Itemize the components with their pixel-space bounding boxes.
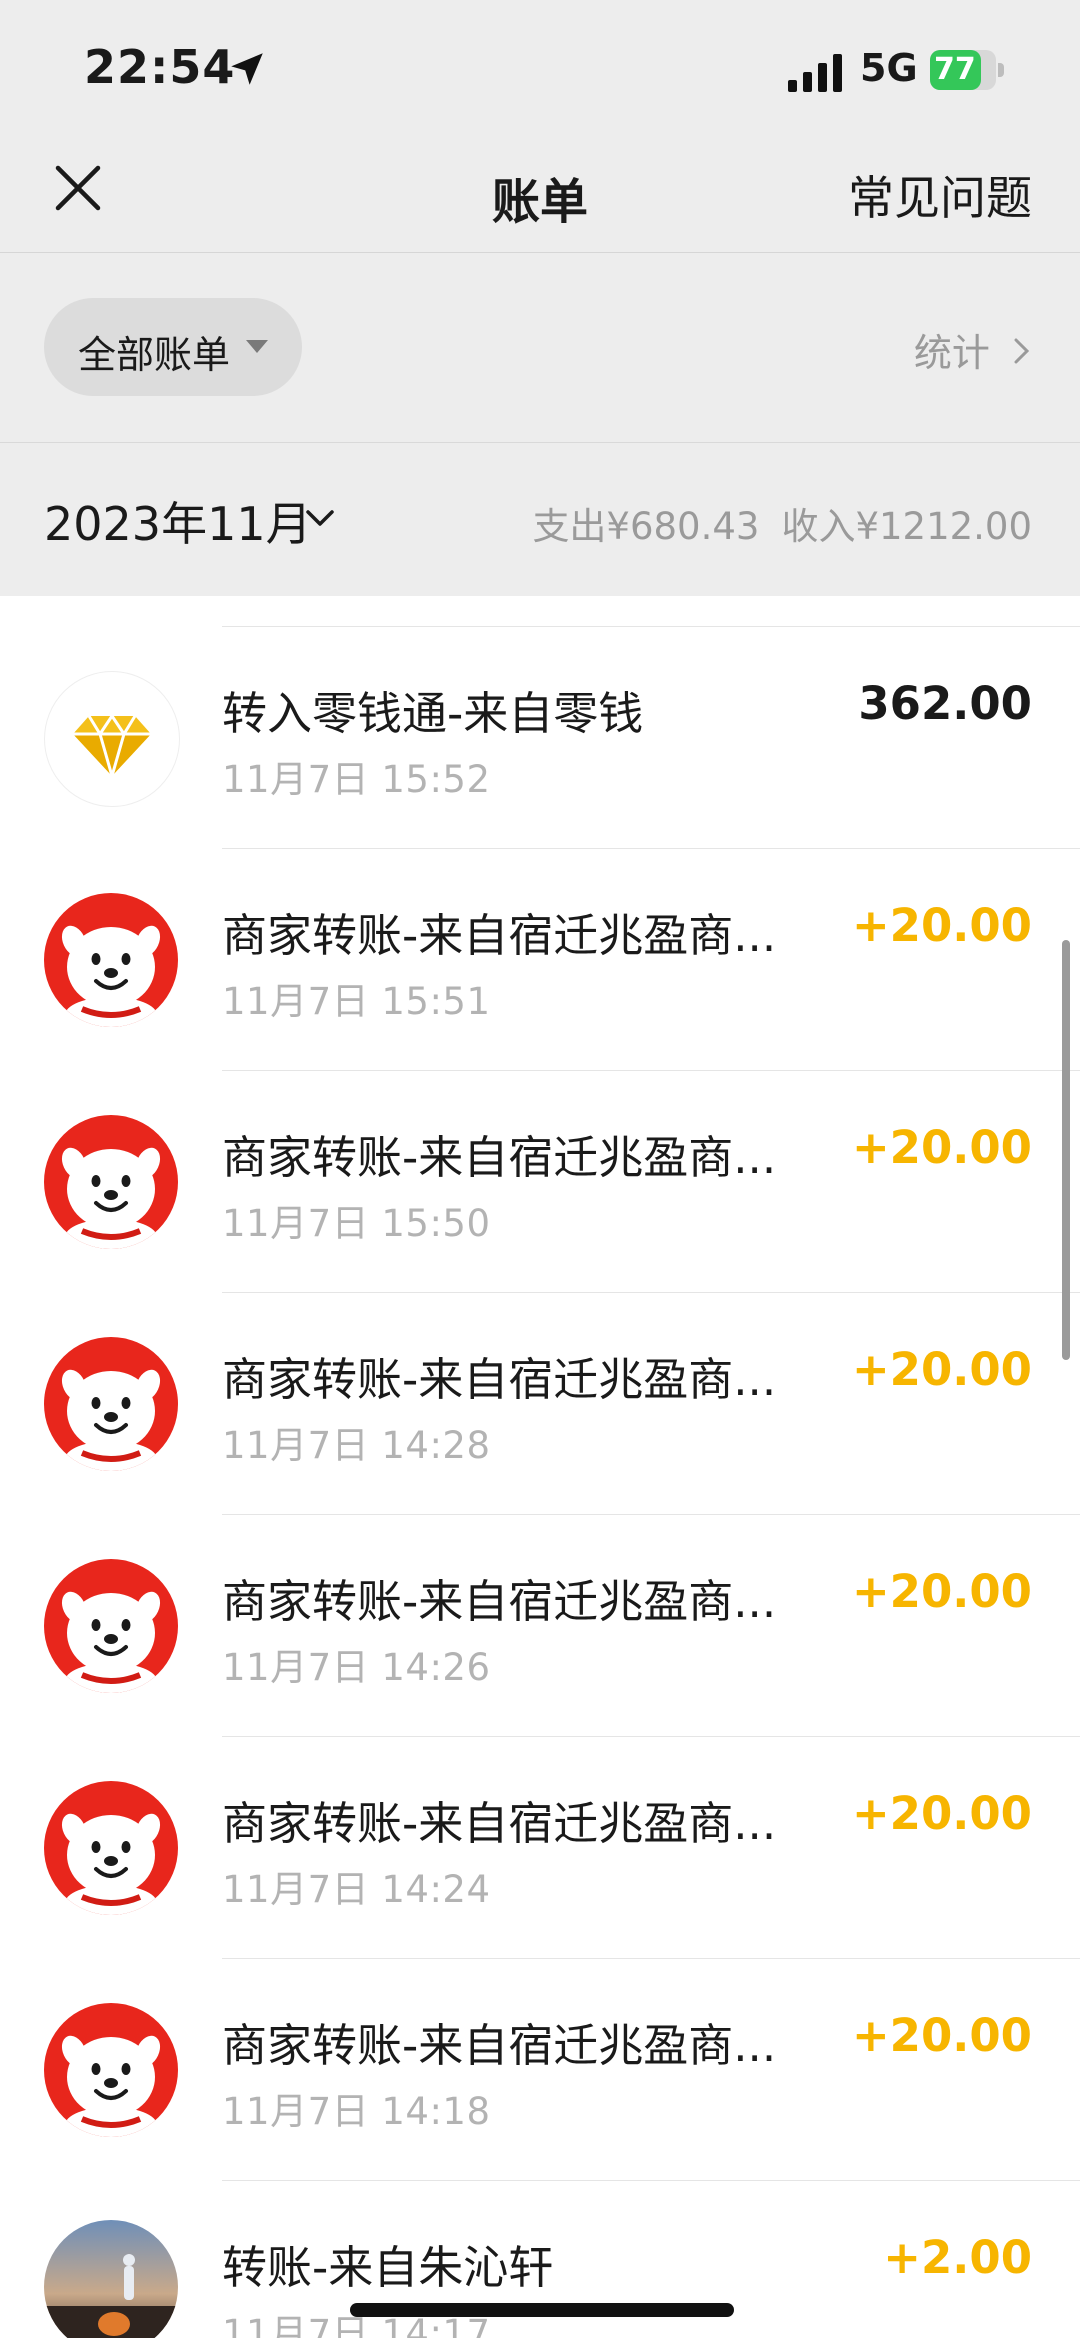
transaction-title: 商家转账-来自宿迁兆盈商... [222,1353,777,1406]
transaction-amount: +20.00 [851,1121,1032,1174]
diamond-icon [44,671,180,807]
chevron-down-icon[interactable] [302,500,338,536]
bill-type-filter-button[interactable]: 全部账单 [44,298,302,396]
transaction-amount: +20.00 [851,899,1032,952]
transaction-title: 商家转账-来自宿迁兆盈商... [222,909,777,962]
month-summary: 支出¥680.43 收入¥1212.00 [510,496,1032,550]
transaction-time: 11月7日 15:52 [222,758,491,801]
jd-dog-avatar [44,1781,178,1915]
transaction-row[interactable]: 商家转账-来自宿迁兆盈商... 11月7日 14:26 +20.00 [0,1515,1080,1737]
jd-dog-avatar [44,1337,178,1471]
transaction-title: 转入零钱通-来自零钱 [222,687,644,740]
battery-level: 77 [934,52,976,87]
month-selector[interactable]: 2023年11月 [44,488,312,554]
transaction-row[interactable]: 转入零钱通-来自零钱 11月7日 15:52 362.00 [0,627,1080,849]
transaction-time: 11月7日 14:24 [222,1868,491,1911]
transaction-amount: +20.00 [851,2009,1032,2062]
filter-label: 全部账单 [78,333,231,377]
jd-dog-avatar [44,2003,178,2137]
transaction-title: 商家转账-来自宿迁兆盈商... [222,2019,777,2072]
location-arrow-icon [231,53,263,85]
faq-link[interactable]: 常见问题 [848,162,1032,228]
transaction-time: 11月7日 15:51 [222,980,491,1023]
statistics-link[interactable]: 统计 [914,322,1032,377]
battery-icon: 77 [930,50,1008,90]
transaction-title: 商家转账-来自宿迁兆盈商... [222,1575,777,1628]
transaction-row[interactable]: 商家转账-来自宿迁兆盈商... 11月7日 15:51 +20.00 [0,849,1080,1071]
transaction-amount: 362.00 [858,677,1032,730]
statistics-label: 统计 [913,331,990,375]
caret-down-icon [246,340,268,353]
scrollbar[interactable] [1062,940,1070,1360]
transaction-title: 商家转账-来自宿迁兆盈商... [222,1131,777,1184]
transaction-time: 11月7日 15:50 [222,1202,491,1245]
transaction-time: 11月7日 14:18 [222,2090,491,2133]
network-type: 5G [860,46,918,90]
transaction-amount: +20.00 [851,1343,1032,1396]
transaction-amount: +20.00 [851,1565,1032,1618]
home-indicator[interactable] [350,2303,734,2317]
jd-dog-avatar [44,893,178,1027]
status-bar: 22:54 5G 77 [0,0,1080,140]
transaction-title: 商家转账-来自宿迁兆盈商... [222,1797,777,1850]
chevron-right-icon [1014,338,1030,364]
jd-dog-avatar [44,1559,178,1693]
transaction-row[interactable]: 商家转账-来自宿迁兆盈商... 11月7日 15:50 +20.00 [0,1071,1080,1293]
transaction-time: 11月7日 14:28 [222,1424,491,1467]
transaction-amount: +2.00 [883,2231,1032,2284]
jd-dog-avatar [44,1115,178,1249]
transaction-title: 转账-来自朱沁轩 [222,2241,554,2294]
transaction-time: 11月7日 14:26 [222,1646,491,1689]
user-photo-avatar [44,2220,178,2338]
income-total: 收入¥1212.00 [781,505,1032,548]
transaction-row[interactable]: 商家转账-来自宿迁兆盈商... 11月7日 14:24 +20.00 [0,1737,1080,1959]
transaction-amount: +20.00 [851,1787,1032,1840]
transaction-row[interactable]: 商家转账-来自宿迁兆盈商... 11月7日 14:28 +20.00 [0,1293,1080,1515]
transaction-row[interactable]: 商家转账-来自宿迁兆盈商... 11月7日 14:18 +20.00 [0,1959,1080,2181]
expense-total: 支出¥680.43 [532,505,760,548]
status-time: 22:54 [84,40,236,94]
cellular-signal-icon [788,54,842,92]
